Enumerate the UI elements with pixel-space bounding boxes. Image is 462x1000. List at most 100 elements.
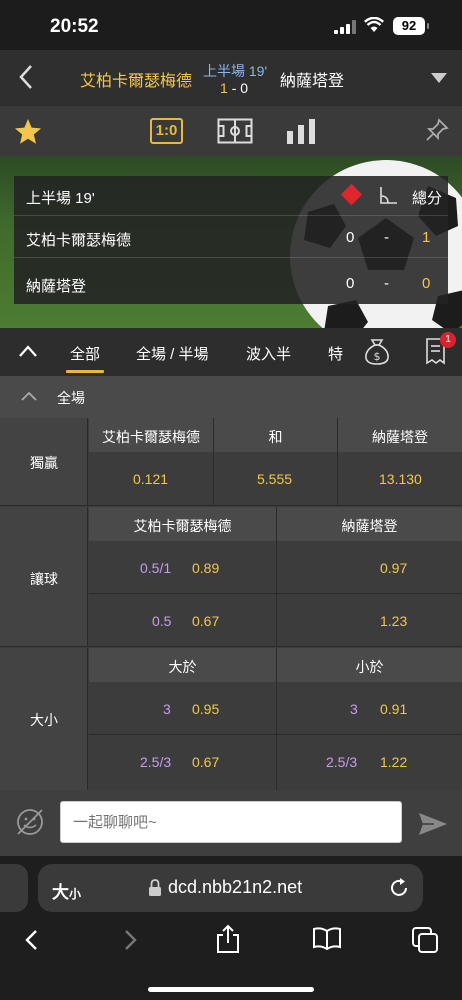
scoreboard-period: 上半場 19' — [26, 190, 95, 207]
scoreboard-home-row: 艾柏卡爾瑟梅德 0 - 1 — [14, 218, 448, 258]
market-handicap: 讓球 艾柏卡爾瑟梅德 納薩塔登 0.5/1 0.89 0.97 0.5 0.67… — [0, 507, 462, 647]
back-icon[interactable] — [22, 928, 42, 952]
browser-chrome: 大小 dcd.nbb21n2.net — [0, 856, 462, 1000]
market-name-cell: 獨贏 — [0, 418, 88, 505]
odds-handicap-home[interactable]: 0.67 — [192, 613, 219, 629]
odds-handicap-away[interactable]: 0.97 — [380, 560, 407, 576]
previous-tab[interactable] — [0, 864, 28, 912]
divider — [89, 734, 462, 735]
under-line: 3 — [350, 701, 358, 717]
away-score: 0 — [240, 80, 249, 96]
text-size-large: 大 — [52, 883, 69, 902]
send-icon[interactable] — [418, 812, 448, 836]
odds-handicap-home[interactable]: 0.89 — [192, 560, 219, 576]
header-away: 納薩塔登 — [341, 518, 398, 534]
scoreboard-total-label: 總分 — [412, 190, 443, 207]
text-size-small: 小 — [69, 887, 82, 901]
scoreboard-away-team: 納薩塔登 — [26, 278, 87, 295]
notification-badge: 1 — [440, 332, 456, 348]
tabs-icon[interactable] — [411, 926, 439, 954]
away-total-score: 0 — [422, 275, 431, 292]
scoreboard-separator: - — [384, 275, 389, 292]
match-banner: 上半場 19' 總分 艾柏卡爾瑟梅德 0 - 1 納薩塔登 0 - 0 — [0, 156, 462, 328]
section-collapse-icon[interactable] — [20, 390, 38, 402]
money-bag-icon[interactable]: $ — [362, 336, 392, 366]
scoreboard-home-team: 艾柏卡爾瑟梅德 — [26, 232, 132, 249]
header-home: 艾柏卡爾瑟梅德 — [133, 518, 232, 534]
away-team-name: 納薩塔登 — [280, 73, 345, 90]
market-totals: 大小 大於 小於 3 0.95 3 0.91 2.5/3 0.67 2.5/3 … — [0, 648, 462, 790]
match-dropdown-icon[interactable] — [430, 72, 448, 84]
market-name: 獨贏 — [30, 455, 58, 471]
status-time: 20:52 — [50, 16, 99, 37]
text-size-button[interactable]: 大小 — [52, 878, 81, 903]
score-view-button[interactable]: 1:0 — [150, 118, 183, 144]
tab-ball-entry[interactable]: 波入半 — [246, 343, 291, 364]
pin-icon[interactable] — [425, 118, 449, 142]
odds-home-win[interactable]: 0.121 — [133, 471, 168, 487]
red-card-icon — [340, 183, 363, 206]
market-name-cell: 讓球 — [0, 507, 88, 646]
header-draw: 和 — [268, 429, 283, 445]
favorite-star-icon[interactable] — [14, 118, 42, 145]
odds-draw[interactable]: 5.555 — [257, 471, 292, 487]
match-period: 上半場 19' — [203, 63, 268, 79]
statistics-icon[interactable] — [285, 117, 317, 145]
over-line: 2.5/3 — [140, 754, 172, 770]
bet-category-tabs: 全部 全場 / 半場 波入半 特 $ 1 — [0, 328, 462, 376]
bookmarks-icon[interactable] — [312, 926, 342, 950]
market-winner: 獨贏 艾柏卡爾瑟梅德 和 納薩塔登 0.121 5.555 13.130 — [0, 418, 462, 506]
tab-special[interactable]: 特 — [328, 343, 343, 364]
under-line: 2.5/3 — [326, 754, 358, 770]
pitch-view-icon[interactable] — [217, 118, 253, 144]
tab-all[interactable]: 全部 — [65, 343, 105, 373]
share-icon[interactable] — [215, 924, 241, 954]
odds-over[interactable]: 0.67 — [192, 754, 219, 770]
address-bar[interactable]: 大小 dcd.nbb21n2.net — [38, 864, 423, 912]
chat-bar — [0, 790, 462, 856]
header-home: 艾柏卡爾瑟梅德 — [102, 429, 200, 445]
lock-icon — [149, 879, 161, 896]
tab-full-half[interactable]: 全場 / 半場 — [136, 343, 209, 364]
home-red-cards: 0 — [346, 229, 355, 246]
odds-under[interactable]: 1.22 — [380, 754, 407, 770]
market-name-cell: 大小 — [0, 648, 88, 790]
section-header[interactable]: 全場 — [0, 376, 462, 418]
wifi-icon — [364, 17, 384, 32]
odds-table: 獨贏 艾柏卡爾瑟梅德 和 納薩塔登 0.121 5.555 13.130 讓球 … — [0, 418, 462, 790]
header-under: 小於 — [355, 659, 384, 675]
scoreboard-header-row: 上半場 19' 總分 — [14, 176, 448, 216]
battery-indicator: 92 — [393, 17, 429, 35]
cellular-signal-icon — [334, 20, 356, 34]
match-toolbar: 1:0 — [0, 106, 462, 156]
match-header: 艾柏卡爾瑟梅德 上半場 19' 1 - 0 納薩塔登 — [0, 50, 462, 106]
market-name: 大小 — [30, 712, 58, 728]
match-score: 1 - 0 — [220, 80, 248, 96]
live-scoreboard: 上半場 19' 總分 艾柏卡爾瑟梅德 0 - 1 納薩塔登 0 - 0 — [14, 176, 448, 304]
url-text: dcd.nbb21n2.net — [168, 877, 303, 897]
score-separator: - — [231, 80, 237, 96]
home-score: 1 — [220, 80, 228, 96]
odds-under[interactable]: 0.91 — [380, 701, 407, 717]
forward-icon[interactable] — [120, 928, 140, 952]
corner-kick-icon — [380, 187, 397, 204]
collapse-chevron-icon[interactable] — [18, 344, 38, 358]
section-title: 全場 — [57, 390, 85, 406]
handicap-line: 0.5/1 — [140, 560, 172, 576]
scoreboard-separator: - — [384, 229, 389, 246]
odds-away-win[interactable]: 13.130 — [379, 471, 422, 487]
home-team-name: 艾柏卡爾瑟梅德 — [80, 73, 193, 90]
chat-input[interactable] — [60, 801, 402, 843]
reload-icon[interactable] — [388, 877, 410, 899]
market-name: 讓球 — [30, 571, 58, 587]
svg-text:$: $ — [374, 350, 381, 363]
back-arrow-icon[interactable] — [12, 62, 42, 92]
odds-handicap-away[interactable]: 1.23 — [380, 613, 407, 629]
scoreboard-away-row: 納薩塔登 0 - 0 — [14, 264, 448, 304]
divider — [89, 593, 462, 594]
emoji-off-icon[interactable] — [14, 806, 46, 838]
over-line: 3 — [163, 701, 171, 717]
home-indicator — [148, 987, 314, 992]
header-away: 納薩塔登 — [372, 429, 428, 445]
odds-over[interactable]: 0.95 — [192, 701, 219, 717]
